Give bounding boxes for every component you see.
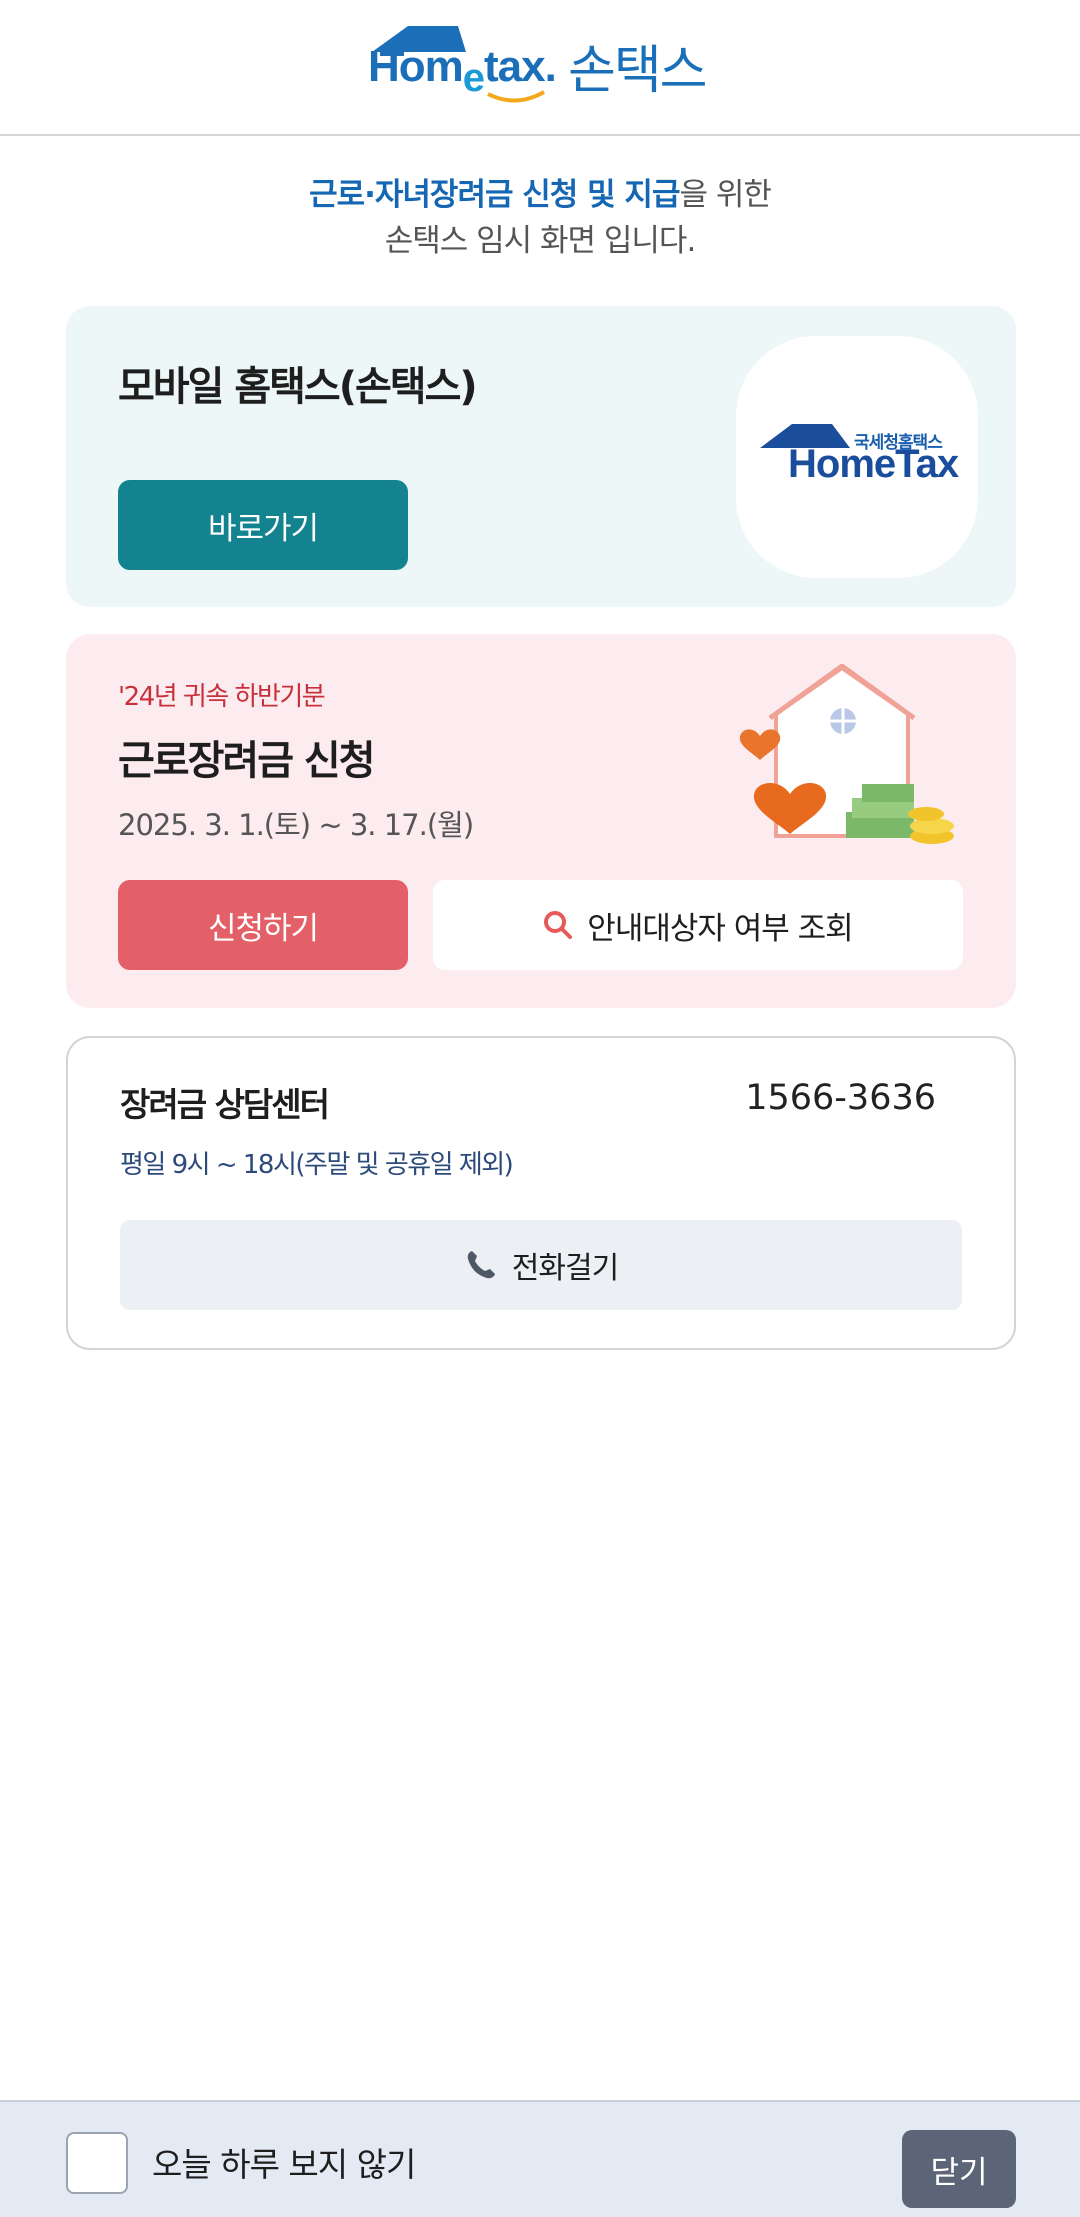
- counsel-phone-number: 1566-3636: [745, 1078, 936, 1118]
- apply-button[interactable]: 신청하기: [118, 880, 408, 970]
- smile-swoosh-icon: [487, 90, 545, 103]
- logo-brand-text: Hometax.: [368, 42, 557, 100]
- search-icon: [544, 911, 573, 939]
- eligibility-lookup-button[interactable]: 안내대상자 여부 조회: [433, 880, 963, 970]
- hide-today-checkbox[interactable]: [66, 2132, 128, 2194]
- counsel-center-card: 장려금 상담센터 1566-3636 평일 9시 ~ 18시(주말 및 공휴일 …: [66, 1036, 1016, 1350]
- apply-card-title: 근로장려금 신청: [118, 738, 376, 784]
- mobile-hometax-card: 모바일 홈택스(손택스) 바로가기 국세청홈택스 HomeTax: [66, 306, 1016, 607]
- intro-highlight: 근로·자녀장려금 신청 및 지급: [309, 177, 680, 213]
- apply-dates: 2025. 3. 1.(토) ~ 3. 17.(월): [118, 808, 474, 842]
- logo-korean-text: 손택스: [568, 41, 708, 101]
- lookup-button-label: 안내대상자 여부 조회: [587, 910, 853, 947]
- apply-period-label: '24년 귀속 하반기분: [118, 682, 326, 712]
- close-button[interactable]: 닫기: [902, 2130, 1016, 2208]
- hometax-logo: Hometax. 손택스: [368, 20, 718, 110]
- hide-today-label[interactable]: 오늘 하루 보지 않기: [152, 2138, 416, 2186]
- bottom-bar: 오늘 하루 보지 않기 닫기: [0, 2100, 1080, 2217]
- counsel-center-title: 장려금 상담센터: [120, 1085, 330, 1124]
- call-button[interactable]: 전화걸기: [120, 1220, 962, 1310]
- intro-line-2: 손택스 임시 화면 입니다.: [384, 223, 697, 259]
- intro-line1-rest: 을 위한: [679, 177, 771, 213]
- go-button[interactable]: 바로가기: [118, 480, 408, 570]
- incentive-apply-card: '24년 귀속 하반기분 근로장려금 신청 2025. 3. 1.(토) ~ 3…: [66, 634, 1016, 1008]
- mobile-card-title: 모바일 홈택스(손택스): [118, 364, 478, 410]
- phone-icon: [467, 1251, 495, 1279]
- intro-notice: 근로·자녀장려금 신청 및 지급을 위한 손택스 임시 화면 입니다.: [0, 172, 1080, 264]
- hometax-app-icon: 국세청홈택스 HomeTax: [736, 336, 978, 578]
- app-header: Hometax. 손택스: [0, 0, 1080, 136]
- intro-line-1: 근로·자녀장려금 신청 및 지급을 위한: [0, 172, 1080, 218]
- app-icon-name: HomeTax: [788, 442, 959, 486]
- call-button-label: 전화걸기: [511, 1251, 619, 1286]
- house-money-illustration: [739, 664, 954, 844]
- counsel-hours: 평일 9시 ~ 18시(주말 및 공휴일 제외): [120, 1150, 514, 1180]
